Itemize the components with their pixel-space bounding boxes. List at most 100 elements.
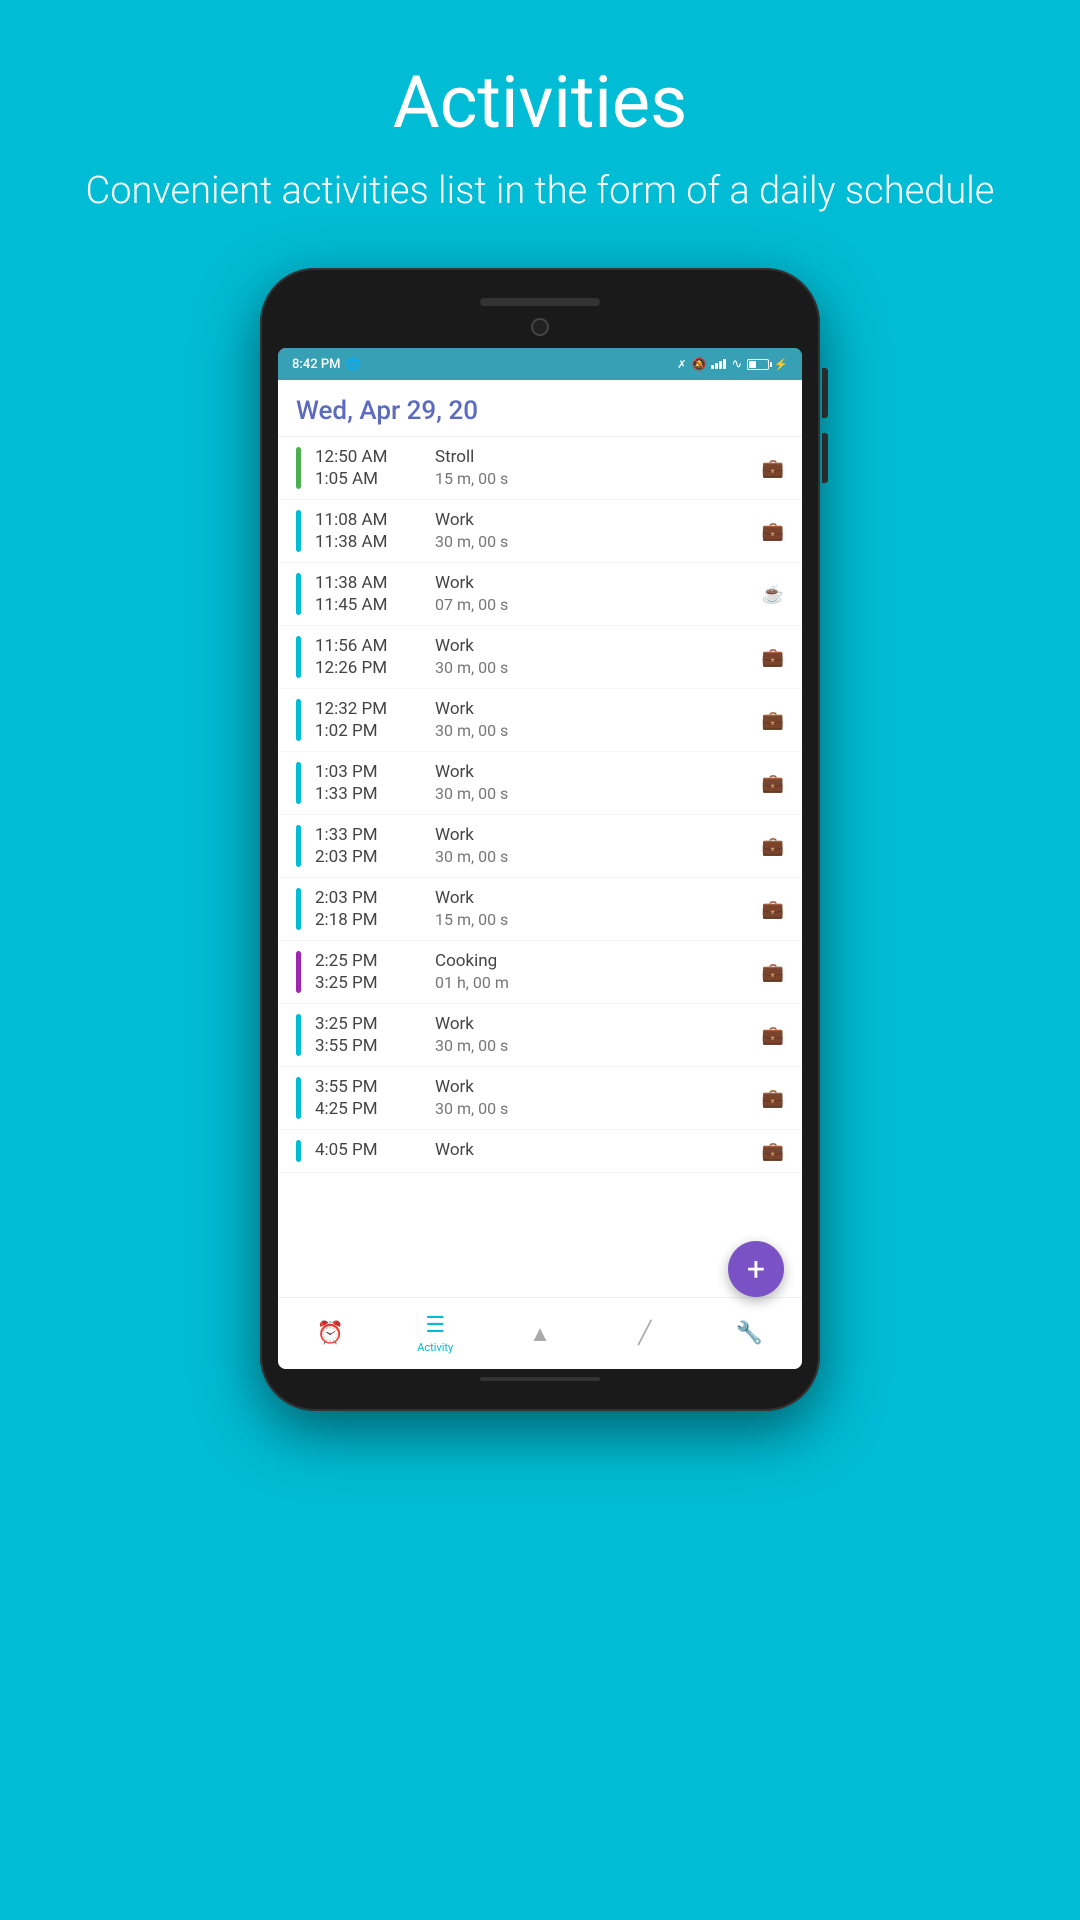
wifi-icon: ∿	[731, 357, 742, 372]
briefcase-icon: 💼	[762, 825, 784, 867]
settings-icon: 🔧	[736, 1321, 763, 1346]
activity-name: Stroll	[435, 447, 474, 467]
activity-name: Work	[435, 762, 474, 782]
phone-speaker	[480, 298, 600, 306]
end-time: 1:33 PM	[315, 784, 415, 804]
end-time: 2:03 PM	[315, 847, 415, 867]
end-time: 2:18 PM	[315, 910, 415, 930]
nav-item-shapes[interactable]: ▲	[488, 1298, 593, 1369]
end-time: 12:26 PM	[315, 658, 415, 678]
activity-duration: 15 m, 00 s	[435, 469, 508, 489]
activity-item[interactable]: 11:38 AM Work 11:45 AM 07 m, 00 s ☕	[278, 563, 802, 626]
activity-duration: 30 m, 00 s	[435, 847, 508, 867]
volume-up-button[interactable]	[822, 368, 828, 418]
activity-color-bar	[296, 636, 301, 678]
start-time: 11:08 AM	[315, 510, 415, 530]
activity-color-bar	[296, 510, 301, 552]
activity-color-bar	[296, 1140, 301, 1162]
phone-camera	[531, 318, 549, 336]
activity-name: Work	[435, 510, 474, 530]
activity-item[interactable]: 12:50 AMStroll1:05 AM15 m, 00 s💼	[278, 437, 802, 500]
briefcase-icon: 💼	[762, 1014, 784, 1056]
end-time: 4:25 PM	[315, 1099, 415, 1119]
activity-item[interactable]: 1:03 PMWork1:33 PM30 m, 00 s💼	[278, 752, 802, 815]
activity-item[interactable]: 12:32 PMWork1:02 PM30 m, 00 s💼	[278, 689, 802, 752]
status-time: 8:42 PM 🌐	[292, 357, 360, 372]
date-header: Wed, Apr 29, 20	[278, 380, 802, 437]
page-title: Activities	[86, 60, 995, 145]
end-time: 1:02 PM	[315, 721, 415, 741]
list-icon: ☰	[425, 1313, 445, 1338]
signal-bars	[711, 359, 726, 369]
page-header: Activities Convenient activities list in…	[6, 0, 1075, 258]
nav-label-activity: Activity	[417, 1341, 453, 1354]
nav-item-activity[interactable]: ☰ Activity	[383, 1298, 488, 1369]
activity-name: Work	[435, 825, 474, 845]
activity-duration: 30 m, 00 s	[435, 532, 508, 552]
activity-color-bar	[296, 699, 301, 741]
briefcase-icon: 💼	[762, 447, 784, 489]
activity-name: Work	[435, 888, 474, 908]
activity-list[interactable]: 12:50 AMStroll1:05 AM15 m, 00 s💼11:08 AM…	[278, 437, 802, 1297]
activity-color-bar	[296, 888, 301, 930]
briefcase-icon: 💼	[762, 951, 784, 993]
activity-name: Work	[435, 1140, 474, 1160]
activity-color-bar	[296, 573, 301, 615]
activity-item[interactable]: 3:55 PMWork4:25 PM30 m, 00 s💼	[278, 1067, 802, 1130]
phone-mockup: 8:42 PM 🌐 ✗ 🔕 ∿	[260, 268, 820, 1411]
bottom-nav: ⏰ ☰ Activity ▲ ╱ 🔧	[278, 1297, 802, 1369]
activity-item[interactable]: 3:25 PMWork3:55 PM30 m, 00 s💼	[278, 1004, 802, 1067]
coffee-icon: ☕	[762, 573, 784, 615]
activity-duration: 30 m, 00 s	[435, 658, 508, 678]
briefcase-icon: 💼	[762, 888, 784, 930]
start-time: 1:33 PM	[315, 825, 415, 845]
start-time: 11:56 AM	[315, 636, 415, 656]
start-time: 2:03 PM	[315, 888, 415, 908]
nav-item-stats[interactable]: ╱	[592, 1298, 697, 1369]
status-bar: 8:42 PM 🌐 ✗ 🔕 ∿	[278, 348, 802, 380]
start-time: 11:38 AM	[315, 573, 415, 593]
shapes-icon: ▲	[529, 1321, 551, 1347]
end-time: 11:45 AM	[315, 595, 415, 615]
activity-name: Work	[435, 1014, 474, 1034]
briefcase-icon: 💼	[762, 1140, 784, 1162]
location-icon: 🌐	[346, 357, 361, 371]
activity-name: Work	[435, 636, 474, 656]
activity-color-bar	[296, 1077, 301, 1119]
activity-duration: 07 m, 00 s	[435, 595, 508, 615]
phone-screen: 8:42 PM 🌐 ✗ 🔕 ∿	[278, 348, 802, 1369]
activity-name: Work	[435, 573, 474, 593]
bluetooth-icon: ✗	[677, 358, 686, 371]
start-time: 3:55 PM	[315, 1077, 415, 1097]
volume-down-button[interactable]	[822, 433, 828, 483]
activity-color-bar	[296, 951, 301, 993]
alarm-icon: ⏰	[317, 1321, 344, 1346]
start-time: 1:03 PM	[315, 762, 415, 782]
nav-item-alarm[interactable]: ⏰	[278, 1298, 383, 1369]
end-time: 11:38 AM	[315, 532, 415, 552]
briefcase-icon: 💼	[762, 699, 784, 741]
activity-name: Work	[435, 1077, 474, 1097]
activity-item[interactable]: 4:05 PMWork💼	[278, 1130, 802, 1173]
activity-item[interactable]: 1:33 PM Work 2:03 PM 30 m, 00 s 💼	[278, 815, 802, 878]
end-time: 3:55 PM	[315, 1036, 415, 1056]
activity-color-bar	[296, 825, 301, 867]
briefcase-icon: 💼	[762, 636, 784, 678]
activity-name: Cooking	[435, 951, 497, 971]
activity-duration: 15 m, 00 s	[435, 910, 508, 930]
activity-item[interactable]: 11:08 AMWork11:38 AM30 m, 00 s💼	[278, 500, 802, 563]
activity-color-bar	[296, 447, 301, 489]
add-activity-fab[interactable]: +	[728, 1241, 784, 1297]
activity-item[interactable]: 2:03 PM Work 2:18 PM 15 m, 00 s 💼	[278, 878, 802, 941]
activity-duration: 30 m, 00 s	[435, 721, 508, 741]
status-icons: ✗ 🔕 ∿ ⚡	[677, 357, 788, 372]
charge-icon: ⚡	[774, 358, 788, 371]
briefcase-icon: 💼	[762, 762, 784, 804]
activity-color-bar	[296, 1014, 301, 1056]
activity-item[interactable]: 11:56 AM Work 12:26 PM 30 m, 00 s 💼	[278, 626, 802, 689]
nav-item-settings[interactable]: 🔧	[697, 1298, 802, 1369]
activity-duration: 30 m, 00 s	[435, 1036, 508, 1056]
activity-duration: 01 h, 00 m	[435, 973, 509, 993]
battery-icon	[747, 359, 769, 370]
activity-item[interactable]: 2:25 PMCooking3:25 PM01 h, 00 m💼	[278, 941, 802, 1004]
